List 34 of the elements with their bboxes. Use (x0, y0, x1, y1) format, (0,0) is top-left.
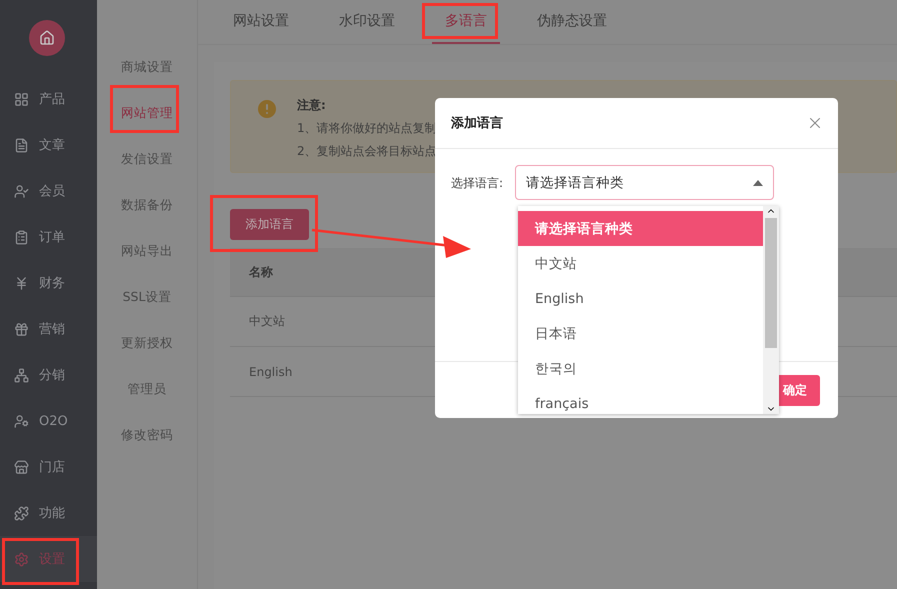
tab[interactable]: 网站设置 (220, 0, 302, 44)
dropdown-option[interactable]: 请选择语言种类 (518, 211, 763, 246)
notice-text: 2、复制站点会将目标站点 (297, 143, 437, 160)
sidebar-item[interactable]: 订单 (0, 214, 97, 260)
sidebar-item[interactable]: 营销 (0, 306, 97, 352)
table-cell: English (249, 364, 292, 378)
submenu-item[interactable]: 网站管理 (97, 90, 197, 136)
field-label: 选择语言: (451, 175, 504, 192)
tab[interactable]: 水印设置 (326, 0, 408, 44)
sidebar-item[interactable]: 财务 (0, 260, 97, 306)
sidebar-item[interactable]: O2O (0, 398, 97, 444)
submenu-item[interactable]: 网站导出 (97, 228, 197, 274)
submenu-item[interactable]: SSL设置 (97, 274, 197, 320)
table-cell: 中文站 (249, 313, 285, 330)
submenu-item[interactable]: 商城设置 (97, 44, 197, 90)
sidebar-item[interactable]: 分销 (0, 352, 97, 398)
dialog-title: 添加语言 (451, 114, 503, 132)
submenu-item[interactable]: 更新授权 (97, 320, 197, 366)
tab[interactable]: 伪静态设置 (524, 0, 620, 44)
sidebar-item[interactable]: 门店 (0, 444, 97, 490)
sidebar-item[interactable]: 产品 (0, 76, 97, 122)
add-language-button[interactable]: 添加语言 (230, 209, 309, 240)
submenu-item[interactable]: 发信设置 (97, 136, 197, 182)
column-header: 名称 (249, 264, 273, 280)
notice-title: 注意: (297, 97, 327, 114)
sidebar-item[interactable]: 文章 (0, 122, 97, 168)
language-select[interactable]: 请选择语言种类 (515, 165, 774, 200)
sidebar-item[interactable]: 功能 (0, 490, 97, 536)
sidebar-item[interactable]: 会员 (0, 168, 97, 214)
dropdown-option[interactable]: français (518, 386, 763, 414)
submenu-item[interactable]: 数据备份 (97, 182, 197, 228)
tab[interactable]: 多语言 (432, 0, 500, 44)
submenu-item[interactable]: 管理员 (97, 366, 197, 412)
submenu-item[interactable]: 修改密码 (97, 412, 197, 458)
